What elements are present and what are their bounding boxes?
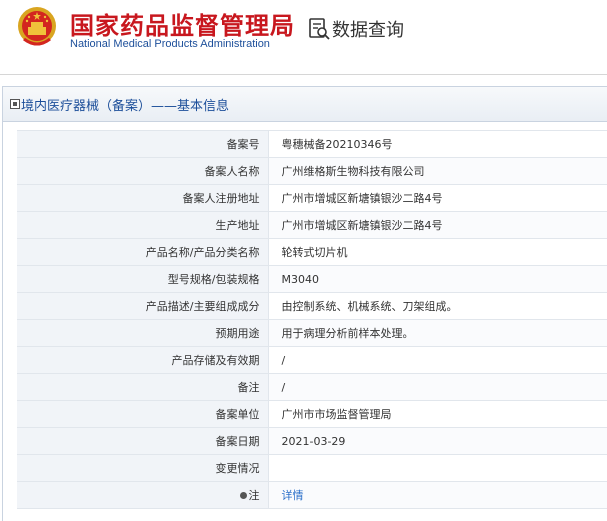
- field-label: 变更情况: [17, 454, 269, 482]
- header-divider: [0, 74, 607, 75]
- field-value: 用于病理分析前样本处理。: [268, 319, 607, 347]
- table-row: 备案单位 广州市市场监督管理局: [17, 400, 607, 428]
- field-value: M3040: [268, 265, 607, 293]
- field-label: 型号规格/包装规格: [17, 265, 269, 293]
- field-value: 广州市增城区新塘镇银沙二路4号: [268, 184, 607, 212]
- field-value: /: [268, 373, 607, 401]
- search-document-icon[interactable]: [308, 17, 330, 41]
- table-row: 注 详情: [17, 481, 607, 509]
- table-row: 产品存储及有效期 /: [17, 346, 607, 374]
- data-query-link[interactable]: 数据查询: [332, 16, 404, 42]
- field-value: 广州维格斯生物科技有限公司: [268, 157, 607, 185]
- bullet-icon: [239, 491, 247, 499]
- table-row: 产品描述/主要组成成分 由控制系统、机械系统、刀架组成。: [17, 292, 607, 320]
- field-value: 广州市增城区新塘镇银沙二路4号: [268, 211, 607, 239]
- table-row: 备案日期 2021-03-29: [17, 427, 607, 455]
- field-value: 广州市市场监督管理局: [268, 400, 607, 428]
- table-row: 预期用途 用于病理分析前样本处理。: [17, 319, 607, 347]
- site-header: 国家药品监督管理局 National Medical Products Admi…: [0, 0, 607, 66]
- field-label: 产品存储及有效期: [17, 346, 269, 374]
- details-link[interactable]: 详情: [282, 489, 304, 502]
- field-value: [268, 454, 607, 482]
- basic-info-table: 备案号 粤穗械备20210346号 备案人名称 广州维格斯生物科技有限公司 备案…: [17, 130, 607, 509]
- field-value: 2021-03-29: [268, 427, 607, 455]
- field-label: 预期用途: [17, 319, 269, 347]
- table-row: 备案号 粤穗械备20210346号: [17, 130, 607, 158]
- panel-title: 境内医疗器械（备案）——基本信息: [21, 99, 230, 114]
- field-label: 备案号: [17, 130, 269, 158]
- field-label: 备案人名称: [17, 157, 269, 185]
- field-label: 注: [248, 489, 260, 502]
- field-value: 由控制系统、机械系统、刀架组成。: [268, 292, 607, 320]
- table-row: 产品名称/产品分类名称 轮转式切片机: [17, 238, 607, 266]
- field-label: 生产地址: [17, 211, 269, 239]
- table-row: 备案人名称 广州维格斯生物科技有限公司: [17, 157, 607, 185]
- site-title-cn: 国家药品监督管理局: [70, 12, 295, 40]
- table-row: 变更情况: [17, 454, 607, 482]
- table-row: 备注 /: [17, 373, 607, 401]
- note-label-cell: 注: [17, 481, 269, 509]
- panel-header: 境内医疗器械（备案）——基本信息: [3, 87, 607, 122]
- table-row: 备案人注册地址 广州市增城区新塘镇银沙二路4号: [17, 184, 607, 212]
- field-value: /: [268, 346, 607, 374]
- field-label: 备案日期: [17, 427, 269, 455]
- table-row: 型号规格/包装规格 M3040: [17, 265, 607, 293]
- site-title-en: National Medical Products Administration: [70, 38, 270, 50]
- field-value: 详情: [268, 481, 607, 509]
- field-label: 备案单位: [17, 400, 269, 428]
- field-value: 轮转式切片机: [268, 238, 607, 266]
- field-label: 备注: [17, 373, 269, 401]
- field-label: 产品描述/主要组成成分: [17, 292, 269, 320]
- section-square-icon: [10, 99, 20, 109]
- field-value: 粤穗械备20210346号: [268, 130, 607, 158]
- national-emblem-icon: [18, 7, 56, 46]
- table-row: 生产地址 广州市增城区新塘镇银沙二路4号: [17, 211, 607, 239]
- field-label: 备案人注册地址: [17, 184, 269, 212]
- field-label: 产品名称/产品分类名称: [17, 238, 269, 266]
